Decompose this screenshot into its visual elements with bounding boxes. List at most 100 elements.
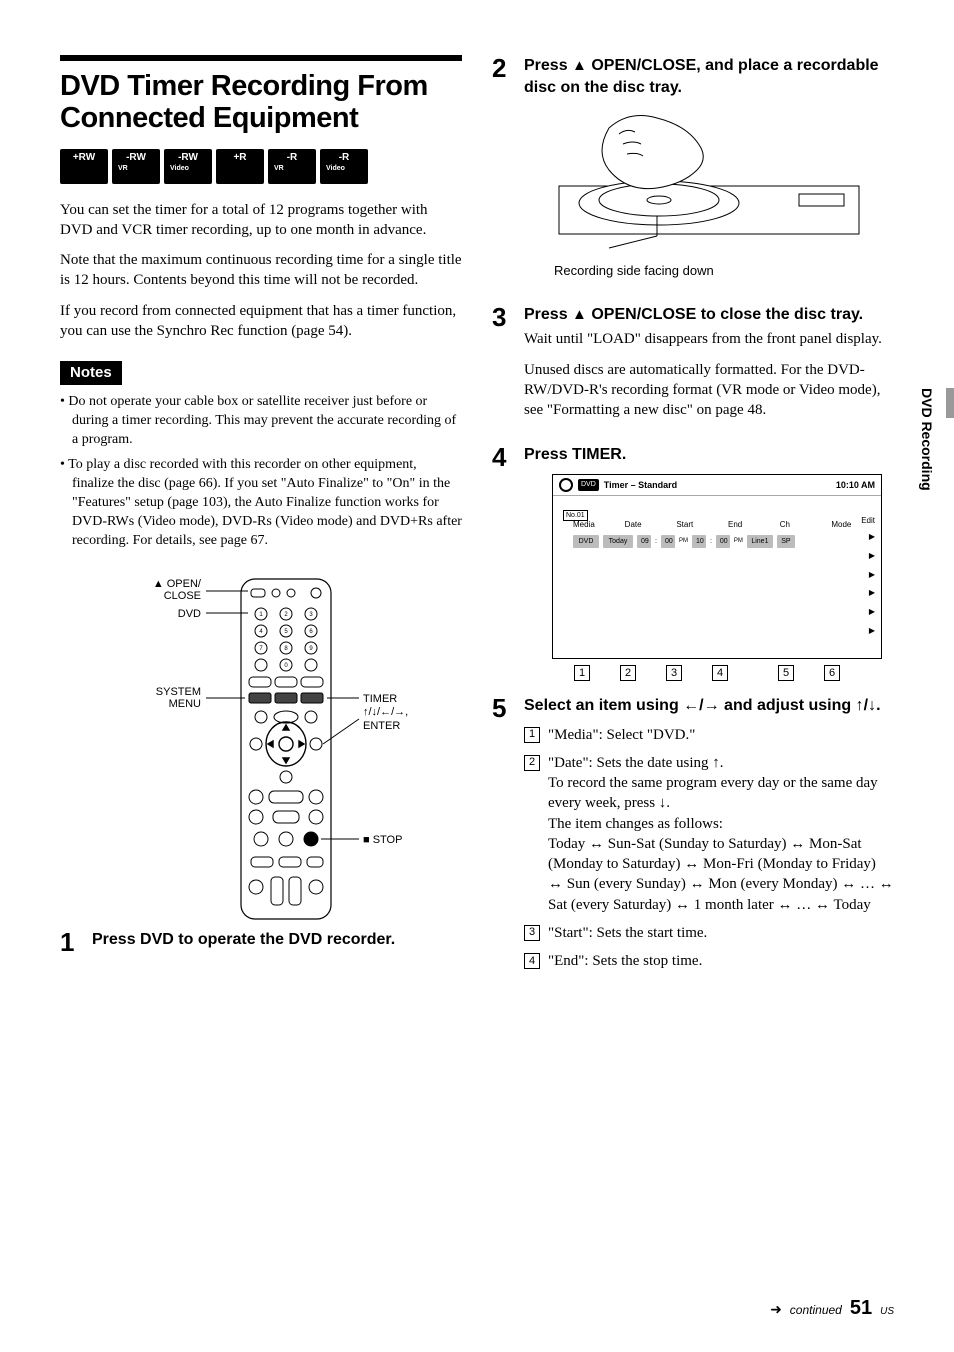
substep-2-lead: "Date": Sets the date using ↑.: [548, 753, 894, 773]
disc-icon: [559, 478, 573, 492]
callout-3: 3: [666, 665, 682, 681]
cell-mode: SP: [777, 535, 795, 548]
step-2-number: 2: [492, 55, 512, 290]
badge-minus-rwvr: -RWVR: [112, 149, 160, 184]
cell-media: DVD: [573, 535, 599, 548]
substep-2-l2: The item changes as follows:: [548, 814, 894, 834]
remote-diagram: ▲ OPEN/ CLOSE DVD SYSTEM MENU TIMER ↑/↓/…: [60, 569, 462, 929]
row-number-label: No.01: [563, 510, 588, 521]
badge-minus-rvr: -RVR: [268, 149, 316, 184]
badge-minus-rvideo: -RVideo: [320, 149, 368, 184]
arrow-right-icon: ▶: [869, 588, 875, 599]
step-3-number: 3: [492, 304, 512, 431]
left-column: DVD Timer Recording From Connected Equip…: [60, 55, 462, 993]
substep-4: 4 "End": Sets the stop time.: [524, 951, 894, 971]
region-code: US: [880, 1305, 894, 1319]
step-2: 2 Press ▲ OPEN/CLOSE, and place a record…: [492, 55, 894, 290]
substep-4-text: "End": Sets the stop time.: [548, 951, 894, 971]
dvd-badge-icon: DVD: [578, 479, 599, 490]
notes-header: Notes: [60, 361, 122, 385]
substep-4-num: 4: [524, 953, 540, 969]
substep-2-num: 2: [524, 755, 540, 771]
step-5-head: Select an item using ←/→ and adjust usin…: [524, 695, 894, 717]
side-thumb-mark: [946, 388, 954, 418]
svg-text:SYSTEM: SYSTEM: [156, 686, 201, 698]
intro-para-1: You can set the timer for a total of 12 …: [60, 200, 462, 241]
page-title: DVD Timer Recording From Connected Equip…: [60, 71, 462, 135]
arrow-down-icon: ↓: [868, 697, 876, 714]
heading-rule: [60, 55, 462, 61]
cell-end-m: 00: [716, 535, 730, 548]
step-4-number: 4: [492, 444, 512, 681]
timer-column-headers: Media Date Start End Ch Mode: [573, 520, 875, 531]
step-1-number: 1: [60, 929, 80, 955]
substep-1: 1 "Media": Select "DVD.": [524, 725, 894, 745]
remote-svg: ▲ OPEN/ CLOSE DVD SYSTEM MENU TIMER ↑/↓/…: [101, 569, 421, 929]
arrow-up-icon: ↑: [712, 754, 720, 771]
step-3-body-1: Wait until "LOAD" disappears from the fr…: [524, 329, 894, 349]
substep-3-text: "Start": Sets the start time.: [548, 923, 894, 943]
arrow-right-icon: ▶: [869, 607, 875, 618]
cell-ch: Line1: [747, 535, 773, 548]
cell-start-h: 09: [637, 535, 651, 548]
cell-end-h: 10: [692, 535, 706, 548]
svg-text:MENU: MENU: [169, 698, 201, 710]
scroll-arrows: ▶ ▶ ▶ ▶ ▶ ▶: [869, 532, 875, 637]
substep-1-num: 1: [524, 727, 540, 743]
step-3: 3 Press ▲ OPEN/CLOSE to close the disc t…: [492, 304, 894, 431]
callout-4: 4: [712, 665, 728, 681]
arrow-down-icon: ↓: [659, 794, 667, 811]
timer-title: Timer – Standard: [604, 479, 677, 491]
note-1: Do not operate your cable box or satelli…: [60, 393, 462, 450]
eject-icon: ▲: [572, 306, 587, 323]
step-2-head: Press ▲ OPEN/CLOSE, and place a recordab…: [524, 55, 894, 98]
callout-1: 1: [574, 665, 590, 681]
continued-label: continued: [790, 1302, 842, 1318]
substep-1-text: "Media": Select "DVD.": [548, 725, 894, 745]
svg-text:CLOSE: CLOSE: [164, 590, 201, 602]
eject-icon: ▲: [572, 57, 587, 74]
timer-row-1: DVD Today 09 : 00 PM 10 : 00 PM Line1 SP: [573, 535, 875, 548]
badge-plus-r: +R: [216, 149, 264, 184]
disc-tray-illustration: [549, 108, 869, 258]
timer-screen: DVD Timer – Standard 10:10 AM No.01 Edit…: [552, 474, 882, 659]
substep-2-l3: Today ↔ Sun-Sat (Sunday to Saturday) ↔ M…: [548, 834, 894, 915]
svg-text:■ STOP: ■ STOP: [363, 834, 402, 846]
arrow-up-icon: ↑: [856, 697, 864, 714]
edit-label: Edit: [861, 516, 875, 527]
substep-2-l1: To record the same program every day or …: [548, 773, 894, 814]
notes-list: Do not operate your cable box or satelli…: [60, 393, 462, 550]
step-4-head: Press TIMER.: [524, 444, 894, 466]
callout-2: 2: [620, 665, 636, 681]
page-number: 51: [850, 1295, 872, 1322]
arrow-right-icon: →: [704, 697, 720, 714]
step-3-head: Press ▲ OPEN/CLOSE to close the disc tra…: [524, 304, 894, 326]
step-1-head: Press DVD to operate the DVD recorder.: [92, 929, 462, 951]
right-column: 2 Press ▲ OPEN/CLOSE, and place a record…: [492, 55, 894, 993]
arrow-right-icon: ▶: [869, 570, 875, 581]
side-tab: DVD Recording: [917, 388, 936, 491]
callout-6: 6: [824, 665, 840, 681]
tray-caption: Recording side facing down: [554, 262, 894, 280]
svg-text:ENTER: ENTER: [363, 720, 400, 732]
substep-3-num: 3: [524, 925, 540, 941]
badge-minus-rwvideo: -RWVideo: [164, 149, 212, 184]
timer-clock: 10:10 AM: [836, 479, 875, 491]
step-1: 1 Press DVD to operate the DVD recorder.: [60, 929, 462, 955]
step-3-body-2: Unused discs are automatically formatted…: [524, 360, 894, 421]
note-2: To play a disc recorded with this record…: [60, 456, 462, 550]
intro-para-3: If you record from connected equipment t…: [60, 301, 462, 342]
intro-para-2: Note that the maximum continuous recordi…: [60, 250, 462, 291]
disc-format-badges: +RW -RWVR -RWVideo +R -RVR -RVideo: [60, 149, 462, 184]
step-5-number: 5: [492, 695, 512, 979]
cell-start-m: 00: [661, 535, 675, 548]
svg-text:▲ OPEN/: ▲ OPEN/: [153, 578, 202, 590]
substep-2: 2 "Date": Sets the date using ↑. To reco…: [524, 753, 894, 915]
step-4: 4 Press TIMER. DVD Timer – Standard 10:1…: [492, 444, 894, 681]
substep-3: 3 "Start": Sets the start time.: [524, 923, 894, 943]
svg-text:DVD: DVD: [178, 608, 201, 620]
svg-text:TIMER: TIMER: [363, 693, 397, 705]
svg-text:↑/↓/←/→,: ↑/↓/←/→,: [363, 706, 408, 718]
badge-plus-rw: +RW: [60, 149, 108, 184]
timer-callouts: 1 2 3 4 5 6: [574, 665, 894, 681]
